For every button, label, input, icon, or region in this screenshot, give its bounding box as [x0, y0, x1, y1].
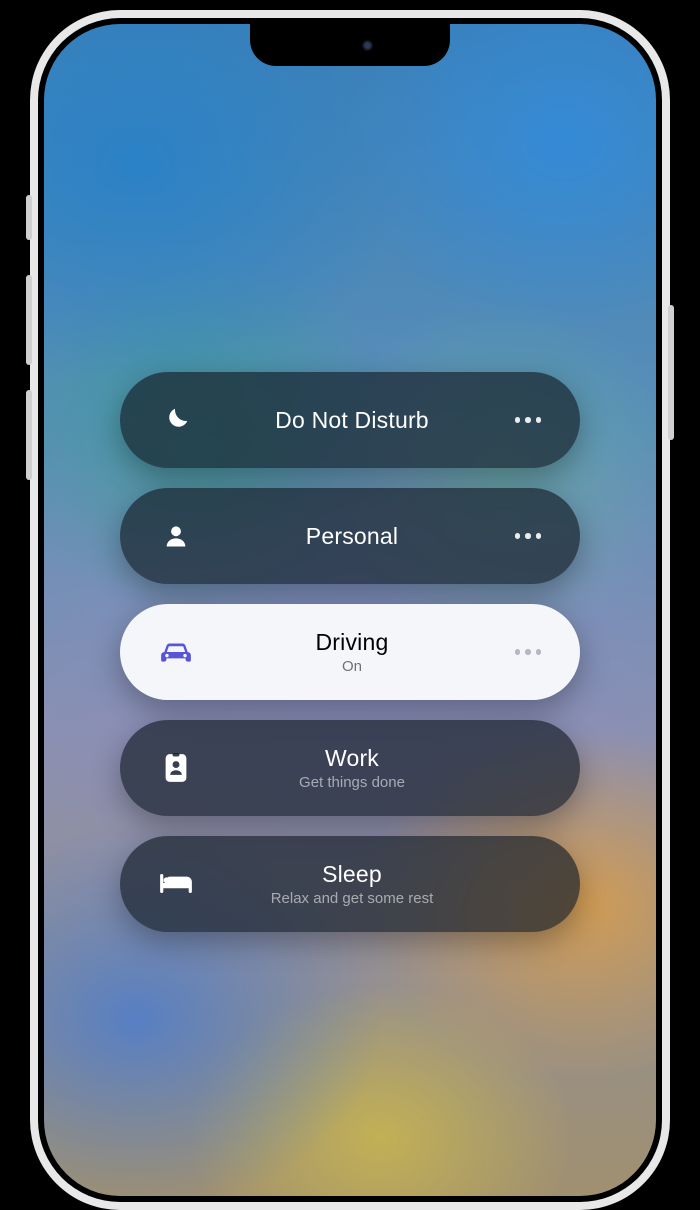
focus-label: Personal	[306, 523, 398, 550]
focus-subtitle: Relax and get some rest	[271, 890, 434, 907]
focus-text: Work Get things done	[196, 745, 508, 791]
phone-frame: Do Not Disturb Personal	[30, 10, 670, 1210]
focus-text: Do Not Disturb	[196, 407, 508, 434]
focus-item-driving[interactable]: Driving On	[120, 604, 580, 700]
ellipsis-icon	[515, 533, 542, 539]
more-button[interactable]	[508, 632, 548, 672]
side-button	[668, 305, 674, 440]
volume-up-button	[26, 275, 32, 365]
front-camera	[362, 40, 373, 51]
focus-item-work[interactable]: Work Get things done	[120, 720, 580, 816]
focus-item-sleep[interactable]: Sleep Relax and get some rest	[120, 836, 580, 932]
more-button[interactable]	[508, 516, 548, 556]
focus-label: Do Not Disturb	[275, 407, 429, 434]
focus-label: Work	[325, 745, 379, 772]
ellipsis-icon	[515, 417, 542, 423]
focus-text: Personal	[196, 523, 508, 550]
focus-label: Sleep	[322, 861, 382, 888]
phone-bezel: Do Not Disturb Personal	[38, 18, 662, 1202]
bed-icon	[156, 864, 196, 904]
badge-icon	[156, 748, 196, 788]
focus-item-dnd[interactable]: Do Not Disturb	[120, 372, 580, 468]
focus-subtitle: On	[342, 658, 362, 675]
more-button[interactable]	[508, 400, 548, 440]
focus-text: Sleep Relax and get some rest	[196, 861, 508, 907]
moon-icon	[156, 400, 196, 440]
focus-text: Driving On	[196, 629, 508, 675]
person-icon	[156, 516, 196, 556]
volume-down-button	[26, 390, 32, 480]
focus-mode-list: Do Not Disturb Personal	[120, 372, 580, 932]
focus-item-personal[interactable]: Personal	[120, 488, 580, 584]
focus-label: Driving	[316, 629, 389, 656]
ellipsis-icon	[515, 649, 542, 655]
focus-subtitle: Get things done	[299, 774, 405, 791]
car-icon	[156, 632, 196, 672]
notch	[250, 24, 450, 66]
screen: Do Not Disturb Personal	[44, 24, 656, 1196]
mute-switch	[26, 195, 32, 240]
